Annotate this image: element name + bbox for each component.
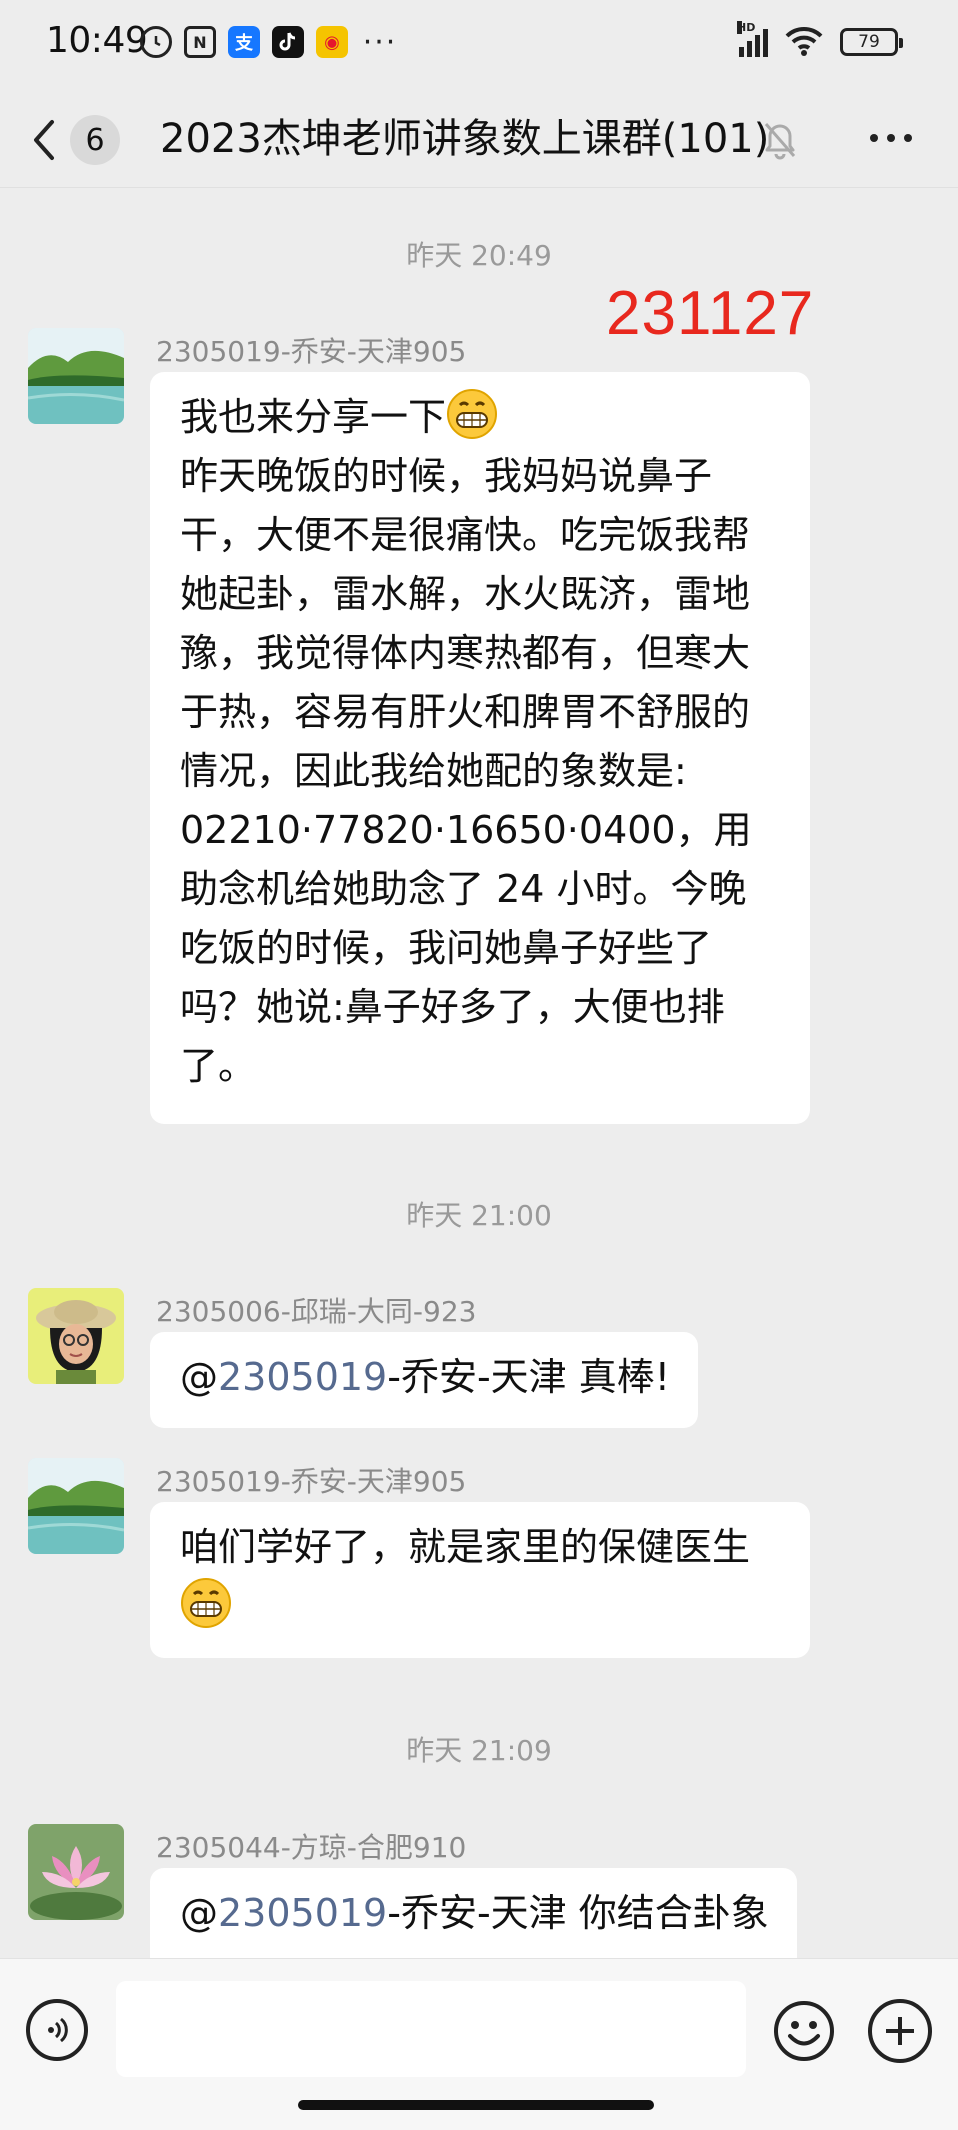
system-indicators: HD 79 <box>737 21 903 60</box>
annotation-number: 231127 <box>606 279 815 348</box>
network-label: HD <box>737 21 756 34</box>
alarm-icon <box>140 26 172 58</box>
message-text: -乔安-天津 真棒! <box>387 1355 670 1399</box>
message-line: 她起卦，雷水解，水火既济，雷地 <box>180 572 751 616</box>
alipay-icon: 支 <box>228 26 260 58</box>
muted-bell-icon <box>760 116 800 164</box>
message-line: 02210·77820·16650·0400，用 <box>180 808 752 852</box>
message-input[interactable] <box>116 1981 746 2077</box>
grin-emoji-icon <box>447 389 498 439</box>
dot <box>904 134 912 142</box>
tiktok-icon <box>272 26 304 58</box>
battery-level: 79 <box>858 32 880 52</box>
notification-icons: N 支 ◉ ··· <box>140 24 400 60</box>
smiley-icon <box>774 2001 834 2061</box>
message-line: @2305019-乔安-天津 你结合卦象 <box>180 1884 769 1943</box>
mention-link[interactable]: 2305019 <box>218 1891 387 1935</box>
message-line <box>180 1577 782 1636</box>
message-line: 咱们学好了，就是家里的保健医生 <box>180 1525 751 1569</box>
avatar[interactable] <box>28 1824 124 1920</box>
mention-link[interactable]: 2305019 <box>218 1355 387 1399</box>
avatar[interactable] <box>28 1458 124 1554</box>
chat-more-button[interactable] <box>870 134 912 142</box>
message-line: 干，大便不是很痛快。吃完饭我帮 <box>180 513 751 557</box>
avatar[interactable] <box>28 1288 124 1384</box>
home-indicator[interactable] <box>298 2100 654 2110</box>
grin-emoji-icon <box>181 1578 231 1628</box>
emoji-button[interactable] <box>772 1999 836 2063</box>
nfc-icon: N <box>184 26 216 58</box>
more-actions-button[interactable] <box>868 1999 932 2063</box>
message-bubble[interactable]: 咱们学好了，就是家里的保健医生 <box>150 1502 810 1658</box>
chevron-left-icon <box>34 120 54 160</box>
sender-name: 2305019-乔安-天津905 <box>156 1465 467 1498</box>
status-bar: 10:49 N 支 ◉ ··· HD 79 <box>0 0 958 88</box>
message-bubble[interactable]: 我也来分享一下 昨天晚饭的时候，我妈妈说鼻子 干，大便不是很痛快。吃完饭我帮 她… <box>150 372 810 1124</box>
back-button[interactable]: 6 <box>32 114 142 166</box>
avatar[interactable] <box>28 328 124 424</box>
message-line: 情况，因此我给她配的象数是: <box>180 749 687 793</box>
signal-icon: HD <box>737 21 768 57</box>
chat-screen: 10:49 N 支 ◉ ··· HD 79 6 2023杰坤老师讲象数上课群(1… <box>0 0 958 2130</box>
message-line: 豫，我觉得体内寒热都有，但寒大 <box>180 631 751 675</box>
message-line: @2305019-乔安-天津 真棒! <box>180 1348 670 1407</box>
dot <box>887 134 895 142</box>
chat-title: 2023杰坤老师讲象数上课群(101) <box>160 116 770 162</box>
dot <box>870 134 878 142</box>
chat-header: 6 2023杰坤老师讲象数上课群(101) <box>0 88 958 188</box>
message-line: 吗？她说:鼻子好多了，大便也排 <box>180 985 725 1029</box>
weibo-icon: ◉ <box>316 26 348 58</box>
message-text: 我也来分享一下 <box>180 395 447 439</box>
sender-name: 2305006-邱瑞-大同-923 <box>156 1295 477 1328</box>
message-line: 我也来分享一下 <box>180 388 782 447</box>
message-text: -乔安-天津 你结合卦象 <box>387 1891 769 1935</box>
mention-prefix: @ <box>180 1355 218 1399</box>
voice-input-button[interactable] <box>26 1999 88 2061</box>
message-line: 吃饭的时候，我问她鼻子好些了 <box>180 926 713 970</box>
more-notifications-icon: ··· <box>362 24 398 60</box>
unread-count-badge: 6 <box>70 115 120 165</box>
status-time: 10:49 <box>46 20 148 61</box>
battery-icon: 79 <box>840 28 903 56</box>
message-line: 昨天晚饭的时候，我妈妈说鼻子 <box>180 454 713 498</box>
sender-name: 2305044-方琼-合肥910 <box>156 1831 467 1864</box>
timestamp: 昨天 20:49 <box>406 239 552 272</box>
timestamp: 昨天 21:09 <box>406 1734 552 1767</box>
message-line: 于热，容易有肝火和脾胃不舒服的 <box>180 690 751 734</box>
message-line: 助念机给她助念了 24 小时。今晚 <box>180 867 747 911</box>
sender-name: 2305019-乔安-天津905 <box>156 335 467 368</box>
mention-prefix: @ <box>180 1891 218 1935</box>
message-line: 了。 <box>180 1044 257 1088</box>
wifi-icon <box>784 24 824 60</box>
message-bubble[interactable]: @2305019-乔安-天津 真棒! <box>150 1332 698 1428</box>
voice-icon <box>48 2017 68 2043</box>
timestamp: 昨天 21:00 <box>406 1199 552 1232</box>
